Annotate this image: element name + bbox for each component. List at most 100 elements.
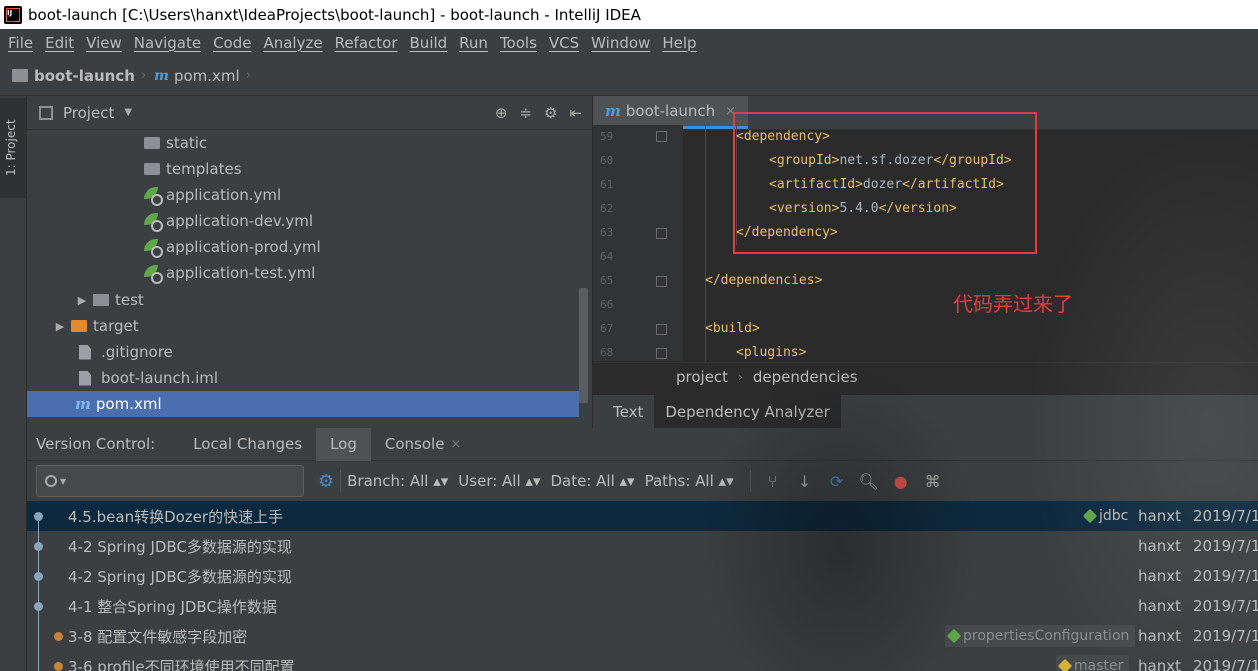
close-icon[interactable]: × <box>450 437 461 452</box>
menu-view[interactable]: View <box>80 34 128 52</box>
commit-row[interactable]: 3-6 profile不同环境使用不同配置 master hanxt 2019/… <box>27 651 1258 671</box>
tab-text[interactable]: Text <box>593 395 654 428</box>
branch-filter[interactable]: Branch: All ▴▾ <box>347 472 448 490</box>
date-filter[interactable]: Date: All ▴▾ <box>550 472 634 490</box>
tree-item[interactable]: ▶ target <box>27 313 579 339</box>
excluded-folder-icon <box>71 320 87 332</box>
paths-filter[interactable]: Paths: All ▴▾ <box>645 472 734 490</box>
folder-icon <box>144 137 160 149</box>
commit-author: hanxt <box>1138 537 1181 555</box>
locate-icon[interactable]: ⊕ <box>495 104 508 122</box>
expand-arrow-icon[interactable]: ▶ <box>49 320 71 333</box>
menu-analyze[interactable]: Analyze <box>257 34 328 52</box>
project-scrollbar[interactable] <box>579 288 588 403</box>
tree-item-selected[interactable]: m pom.xml <box>27 391 579 417</box>
tree-item[interactable]: application-prod.yml <box>27 234 579 260</box>
fold-marker-icon[interactable] <box>656 228 667 239</box>
commit-date: 2019/7/1 <box>1193 537 1258 555</box>
tag-icon <box>946 628 962 644</box>
menu-vcs[interactable]: VCS <box>543 34 585 52</box>
spring-config-icon <box>144 187 163 206</box>
line-number: 64 <box>600 250 614 263</box>
spring-config-icon <box>144 239 163 258</box>
breadcrumb-project[interactable]: project <box>676 368 728 386</box>
spring-config-icon <box>144 265 163 284</box>
commit-dot <box>54 662 63 671</box>
menu-run[interactable]: Run <box>453 34 494 52</box>
log-search-input[interactable]: ▼ <box>36 465 304 497</box>
nav-file[interactable]: pom.xml <box>174 67 240 85</box>
commit-dot <box>34 602 43 611</box>
fold-marker-icon[interactable] <box>656 131 667 142</box>
graph-line <box>38 621 39 651</box>
tree-item[interactable]: ▶ test <box>27 287 579 313</box>
tree-item-label: application-test.yml <box>166 264 316 282</box>
commit-row[interactable]: 4-2 Spring JDBC多数据源的实现 hanxt 2019/7/1 <box>27 531 1258 561</box>
cherry-pick-icon[interactable]: ● <box>885 472 917 491</box>
tree-item[interactable]: application-test.yml <box>27 260 579 286</box>
tree-item[interactable]: .gitignore <box>27 339 579 365</box>
tree-item[interactable]: templates <box>27 156 579 182</box>
commit-date: 2019/7/1 <box>1193 657 1258 671</box>
commit-dot <box>34 542 43 551</box>
tree-item[interactable]: static <box>27 130 579 156</box>
filter-label: Paths: All <box>644 472 714 490</box>
project-tool-label: 1: Project <box>4 119 18 176</box>
collapse-all-icon[interactable]: ≑ <box>519 104 532 122</box>
commit-row[interactable]: 4-2 Spring JDBC多数据源的实现 hanxt 2019/7/1 <box>27 561 1258 591</box>
menu-help[interactable]: Help <box>656 34 702 52</box>
project-tool-tab[interactable]: 1: Project <box>0 98 27 198</box>
menu-navigate[interactable]: Navigate <box>128 34 207 52</box>
breadcrumb-dependencies[interactable]: dependencies <box>753 368 858 386</box>
tag-icon <box>1082 508 1098 524</box>
chevron-down-icon[interactable]: ▼ <box>124 107 132 118</box>
menu-window[interactable]: Window <box>585 34 656 52</box>
project-view-title[interactable]: Project <box>63 104 114 122</box>
nav-project[interactable]: boot-launch <box>34 67 135 85</box>
commit-date: 2019/7/1 <box>1193 567 1258 585</box>
arrow-down-icon[interactable]: ↓ <box>789 472 821 491</box>
menu-build[interactable]: Build <box>404 34 454 52</box>
tree-item-label: application.yml <box>166 186 282 204</box>
graph-options-icon[interactable]: ⌘ <box>917 472 949 491</box>
tab-console-label: Console <box>384 435 445 453</box>
commit-row[interactable]: 4-1 整合Spring JDBC操作数据 hanxt 2019/7/1 <box>27 591 1258 621</box>
expand-arrow-icon[interactable]: ▶ <box>71 294 93 307</box>
tab-dependency-analyzer[interactable]: Dependency Analyzer <box>654 395 841 428</box>
tree-item[interactable]: boot-launch.iml <box>27 365 579 391</box>
commit-message: 3-6 profile不同环境使用不同配置 <box>68 657 295 671</box>
refresh-icon[interactable]: ⟳ <box>821 472 853 491</box>
graph-line <box>38 651 39 671</box>
filter-label: Date: All <box>550 472 615 490</box>
menu-tools[interactable]: Tools <box>494 34 543 52</box>
hide-icon[interactable]: ⇤ <box>569 104 582 122</box>
fold-marker-icon[interactable] <box>656 276 667 287</box>
gear-icon[interactable]: ⚙ <box>544 104 557 122</box>
xml-tag: <build> <box>705 321 760 336</box>
user-filter[interactable]: User: All ▴▾ <box>458 472 540 490</box>
tree-item-label: pom.xml <box>95 395 162 413</box>
tab-local-changes[interactable]: Local Changes <box>179 428 316 461</box>
tree-item-label: application-prod.yml <box>166 238 321 256</box>
tree-item-label: application-dev.yml <box>166 212 314 230</box>
menu-code[interactable]: Code <box>207 34 257 52</box>
fold-marker-icon[interactable] <box>656 324 667 335</box>
tab-console[interactable]: Console × <box>371 428 475 461</box>
text-file-icon <box>79 344 91 360</box>
tree-item[interactable]: application.yml <box>27 182 579 208</box>
menu-bar: File Edit View Navigate Code Analyze Ref… <box>0 29 1258 56</box>
commit-row[interactable]: 3-8 配置文件敏感字段加密 propertiesConfiguration h… <box>27 621 1258 651</box>
settings-icon[interactable]: ⚙ <box>318 471 334 492</box>
chevron-right-icon: › <box>738 370 743 384</box>
branches-icon[interactable]: ⑂ <box>757 472 789 491</box>
tab-log[interactable]: Log <box>316 427 371 461</box>
tree-item[interactable]: application-dev.yml <box>27 208 579 234</box>
commit-dot <box>34 572 43 581</box>
fold-marker-icon[interactable] <box>656 348 667 359</box>
line-number: 62 <box>600 202 614 215</box>
menu-edit[interactable]: Edit <box>39 34 80 52</box>
zoom-icon[interactable]: 🔍︎ <box>853 472 885 491</box>
menu-refactor[interactable]: Refactor <box>329 34 404 52</box>
commit-row[interactable]: 4.5.bean转换Dozer的快速上手 jdbc hanxt 2019/7/1 <box>27 501 1258 531</box>
menu-file[interactable]: File <box>2 34 39 52</box>
